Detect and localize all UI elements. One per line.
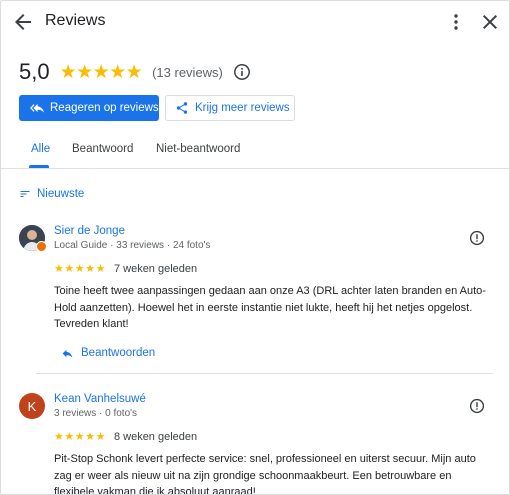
review-tabs: Alle Beantwoord Niet-beantwoord [1, 139, 509, 169]
report-icon[interactable] [469, 398, 485, 414]
review-text: Pit-Stop Schonk levert perfecte service:… [54, 453, 476, 495]
more-vert-icon[interactable] [444, 10, 468, 34]
header: Reviews [1, 1, 509, 43]
average-rating: 5,0 [19, 59, 50, 84]
review-count: (13 reviews) [152, 64, 223, 80]
review-date: 8 weken geleden [113, 431, 198, 443]
local-guide-badge-icon [36, 241, 47, 252]
star-icon: ★ [64, 430, 75, 443]
reviews-panel: Reviews 5,0 ★ ★ ★ ★ ★ (13 reviews) Reage… [0, 0, 510, 495]
star-icon: ★ [95, 262, 106, 275]
get-more-reviews-button[interactable]: Krijg meer reviews [165, 95, 295, 121]
star-icon: ★ [125, 61, 143, 83]
star-icon: ★ [74, 430, 85, 443]
star-icon: ★ [92, 61, 110, 83]
rating-summary: 5,0 ★ ★ ★ ★ ★ (13 reviews) [19, 59, 251, 85]
star-icon: ★ [76, 61, 94, 83]
reviewer-meta: Local Guide · 33 reviews · 24 foto's [54, 240, 211, 251]
reply-icon [62, 349, 73, 358]
reviewer-name[interactable]: Kean Vanhelsuwé [54, 393, 146, 405]
star-icon: ★ [59, 61, 77, 83]
reply-button[interactable]: Beantwoorden [61, 345, 155, 361]
star-icon: ★ [95, 430, 106, 443]
reply-label: Beantwoorden [81, 347, 156, 359]
star-icon: ★ [85, 262, 96, 275]
avatar[interactable]: K [19, 393, 45, 419]
star-icon: ★ [54, 430, 64, 443]
reply-to-reviews-label: Reageren op reviews [50, 102, 159, 114]
summary-stars: ★ ★ ★ ★ ★ [60, 63, 143, 82]
review-text: Toine heeft twee aanpassingen gedaan aan… [54, 285, 486, 330]
star-icon: ★ [74, 262, 85, 275]
star-icon: ★ [85, 430, 96, 443]
share-icon [176, 102, 188, 114]
page-title: Reviews [45, 12, 106, 29]
reviewer-name[interactable]: Sier de Jonge [54, 225, 125, 237]
star-icon: ★ [64, 262, 75, 275]
tab-answered[interactable]: Beantwoord [72, 143, 133, 155]
info-icon[interactable] [233, 63, 251, 81]
review-date: 7 weken geleden [113, 263, 198, 275]
review-divider [36, 373, 493, 374]
review-stars: ★ ★ ★ ★ ★ [54, 262, 106, 275]
tab-unanswered[interactable]: Niet-beantwoord [156, 143, 240, 155]
sort-button[interactable]: Nieuwste [19, 186, 84, 202]
review-rating-row: ★ ★ ★ ★ ★ 7 weken geleden [54, 263, 197, 275]
tab-all[interactable]: Alle [31, 143, 50, 155]
star-icon: ★ [109, 61, 127, 83]
reply-all-icon [30, 103, 44, 113]
close-icon[interactable] [478, 10, 502, 34]
review-rating-row: ★ ★ ★ ★ ★ 8 weken geleden [54, 431, 197, 443]
active-tab-indicator [29, 165, 49, 168]
reply-to-reviews-button[interactable]: Reageren op reviews [19, 95, 159, 121]
reviewer-meta: 3 reviews · 0 foto's [54, 408, 138, 419]
report-icon[interactable] [469, 230, 485, 246]
review-stars: ★ ★ ★ ★ ★ [54, 430, 106, 443]
arrow-back-icon[interactable] [11, 10, 35, 34]
get-more-reviews-label: Krijg meer reviews [195, 102, 290, 114]
sort-label: Nieuwste [37, 188, 85, 200]
star-icon: ★ [54, 262, 64, 275]
sort-icon [20, 191, 30, 197]
